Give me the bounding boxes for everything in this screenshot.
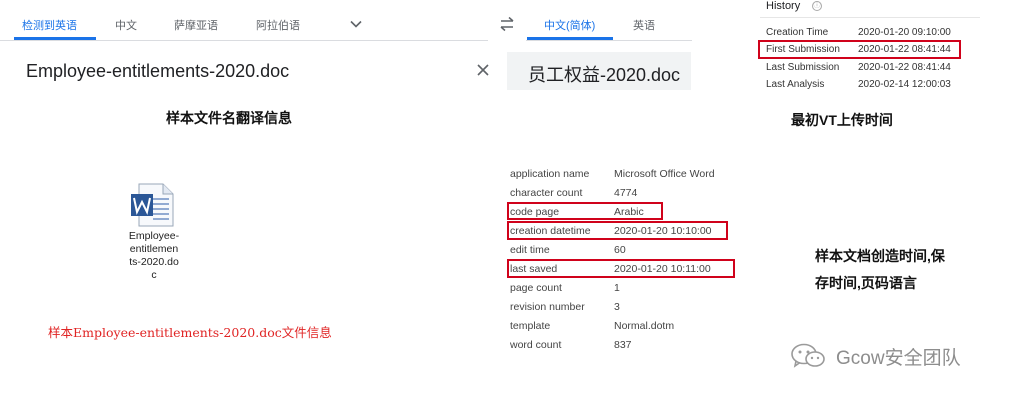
property-label: edit time <box>510 244 550 256</box>
file-name-label[interactable]: Employee- entitlemen ts-2020.do c <box>119 230 189 282</box>
tab-detected-english[interactable]: 检测到英语 <box>22 17 77 33</box>
first-submission-highlight <box>758 40 961 59</box>
file-name-line: c <box>151 269 157 281</box>
caption-sample-file-info: 样本Employee-entitlements-2020.doc文件信息 <box>48 325 332 340</box>
info-icon[interactable]: ⓘ <box>812 1 822 11</box>
caption-filename-translation: 样本文件名翻译信息 <box>166 110 292 126</box>
tab-chinese[interactable]: 中文 <box>115 17 137 33</box>
property-value: 3 <box>614 301 620 313</box>
tab-arabic[interactable]: 阿拉伯语 <box>256 17 300 33</box>
property-row: character count 4774 <box>510 187 637 199</box>
property-row: edit time 60 <box>510 244 626 256</box>
property-value: 60 <box>614 244 626 256</box>
tab-english[interactable]: 英语 <box>633 17 655 33</box>
history-row: Last Submission 2020-01-22 08:41:44 <box>766 62 951 73</box>
history-value: 2020-01-20 09:10:00 <box>858 27 951 38</box>
history-label: Last Analysis <box>766 79 825 90</box>
history-title: History <box>766 0 801 12</box>
file-name-line: Employee- <box>128 230 180 242</box>
chevron-down-icon[interactable] <box>349 17 363 31</box>
source-text[interactable]: Employee-entitlements-2020.doc <box>26 61 289 82</box>
target-tabs-divider <box>526 40 692 41</box>
code-page-highlight <box>507 202 663 220</box>
caption-doc-times-line1: 样本文档创造时间,保 <box>815 248 945 264</box>
property-label: revision number <box>510 301 585 313</box>
watermark-text: Gcow安全团队 <box>836 348 961 369</box>
tab-samoan[interactable]: 萨摩亚语 <box>174 17 218 33</box>
caption-first-vt-upload: 最初VT上传时间 <box>791 112 893 128</box>
history-label: Creation Time <box>766 27 829 38</box>
property-value: Microsoft Office Word <box>614 168 715 180</box>
word-document-icon <box>131 183 174 227</box>
caption-doc-times-line2: 存时间,页码语言 <box>815 275 917 291</box>
file-name-line: ts-2020.do <box>129 256 179 268</box>
property-row: template Normal.dotm <box>510 320 674 332</box>
property-value: 1 <box>614 282 620 294</box>
property-row: application name Microsoft Office Word <box>510 168 715 180</box>
property-label: character count <box>510 187 583 199</box>
property-row: revision number 3 <box>510 301 620 313</box>
property-label: template <box>510 320 551 332</box>
history-value: 2020-01-22 08:41:44 <box>858 62 951 73</box>
tabs-divider <box>0 40 488 41</box>
translated-text: 员工权益-2020.doc <box>528 65 681 85</box>
property-label: page count <box>510 282 562 294</box>
tab-chinese-simplified[interactable]: 中文(简体) <box>544 17 595 33</box>
creation-datetime-highlight <box>507 221 728 240</box>
history-label: Last Submission <box>766 62 840 73</box>
property-label: word count <box>510 339 562 351</box>
history-divider <box>760 17 980 18</box>
wechat-logo-icon <box>791 343 825 368</box>
property-row: word count 837 <box>510 339 632 351</box>
property-row: page count 1 <box>510 282 620 294</box>
property-value: 837 <box>614 339 632 351</box>
history-row: Creation Time 2020-01-20 09:10:00 <box>766 27 951 38</box>
swap-languages-icon[interactable] <box>498 16 516 32</box>
property-value: Normal.dotm <box>614 320 675 332</box>
last-saved-highlight <box>507 259 735 278</box>
file-name-line: entitlemen <box>129 243 179 255</box>
property-value: 4774 <box>614 187 638 199</box>
property-label: application name <box>510 168 590 180</box>
history-value: 2020-02-14 12:00:03 <box>858 79 951 90</box>
history-row: Last Analysis 2020-02-14 12:00:03 <box>766 79 951 90</box>
close-icon[interactable] <box>476 63 490 77</box>
